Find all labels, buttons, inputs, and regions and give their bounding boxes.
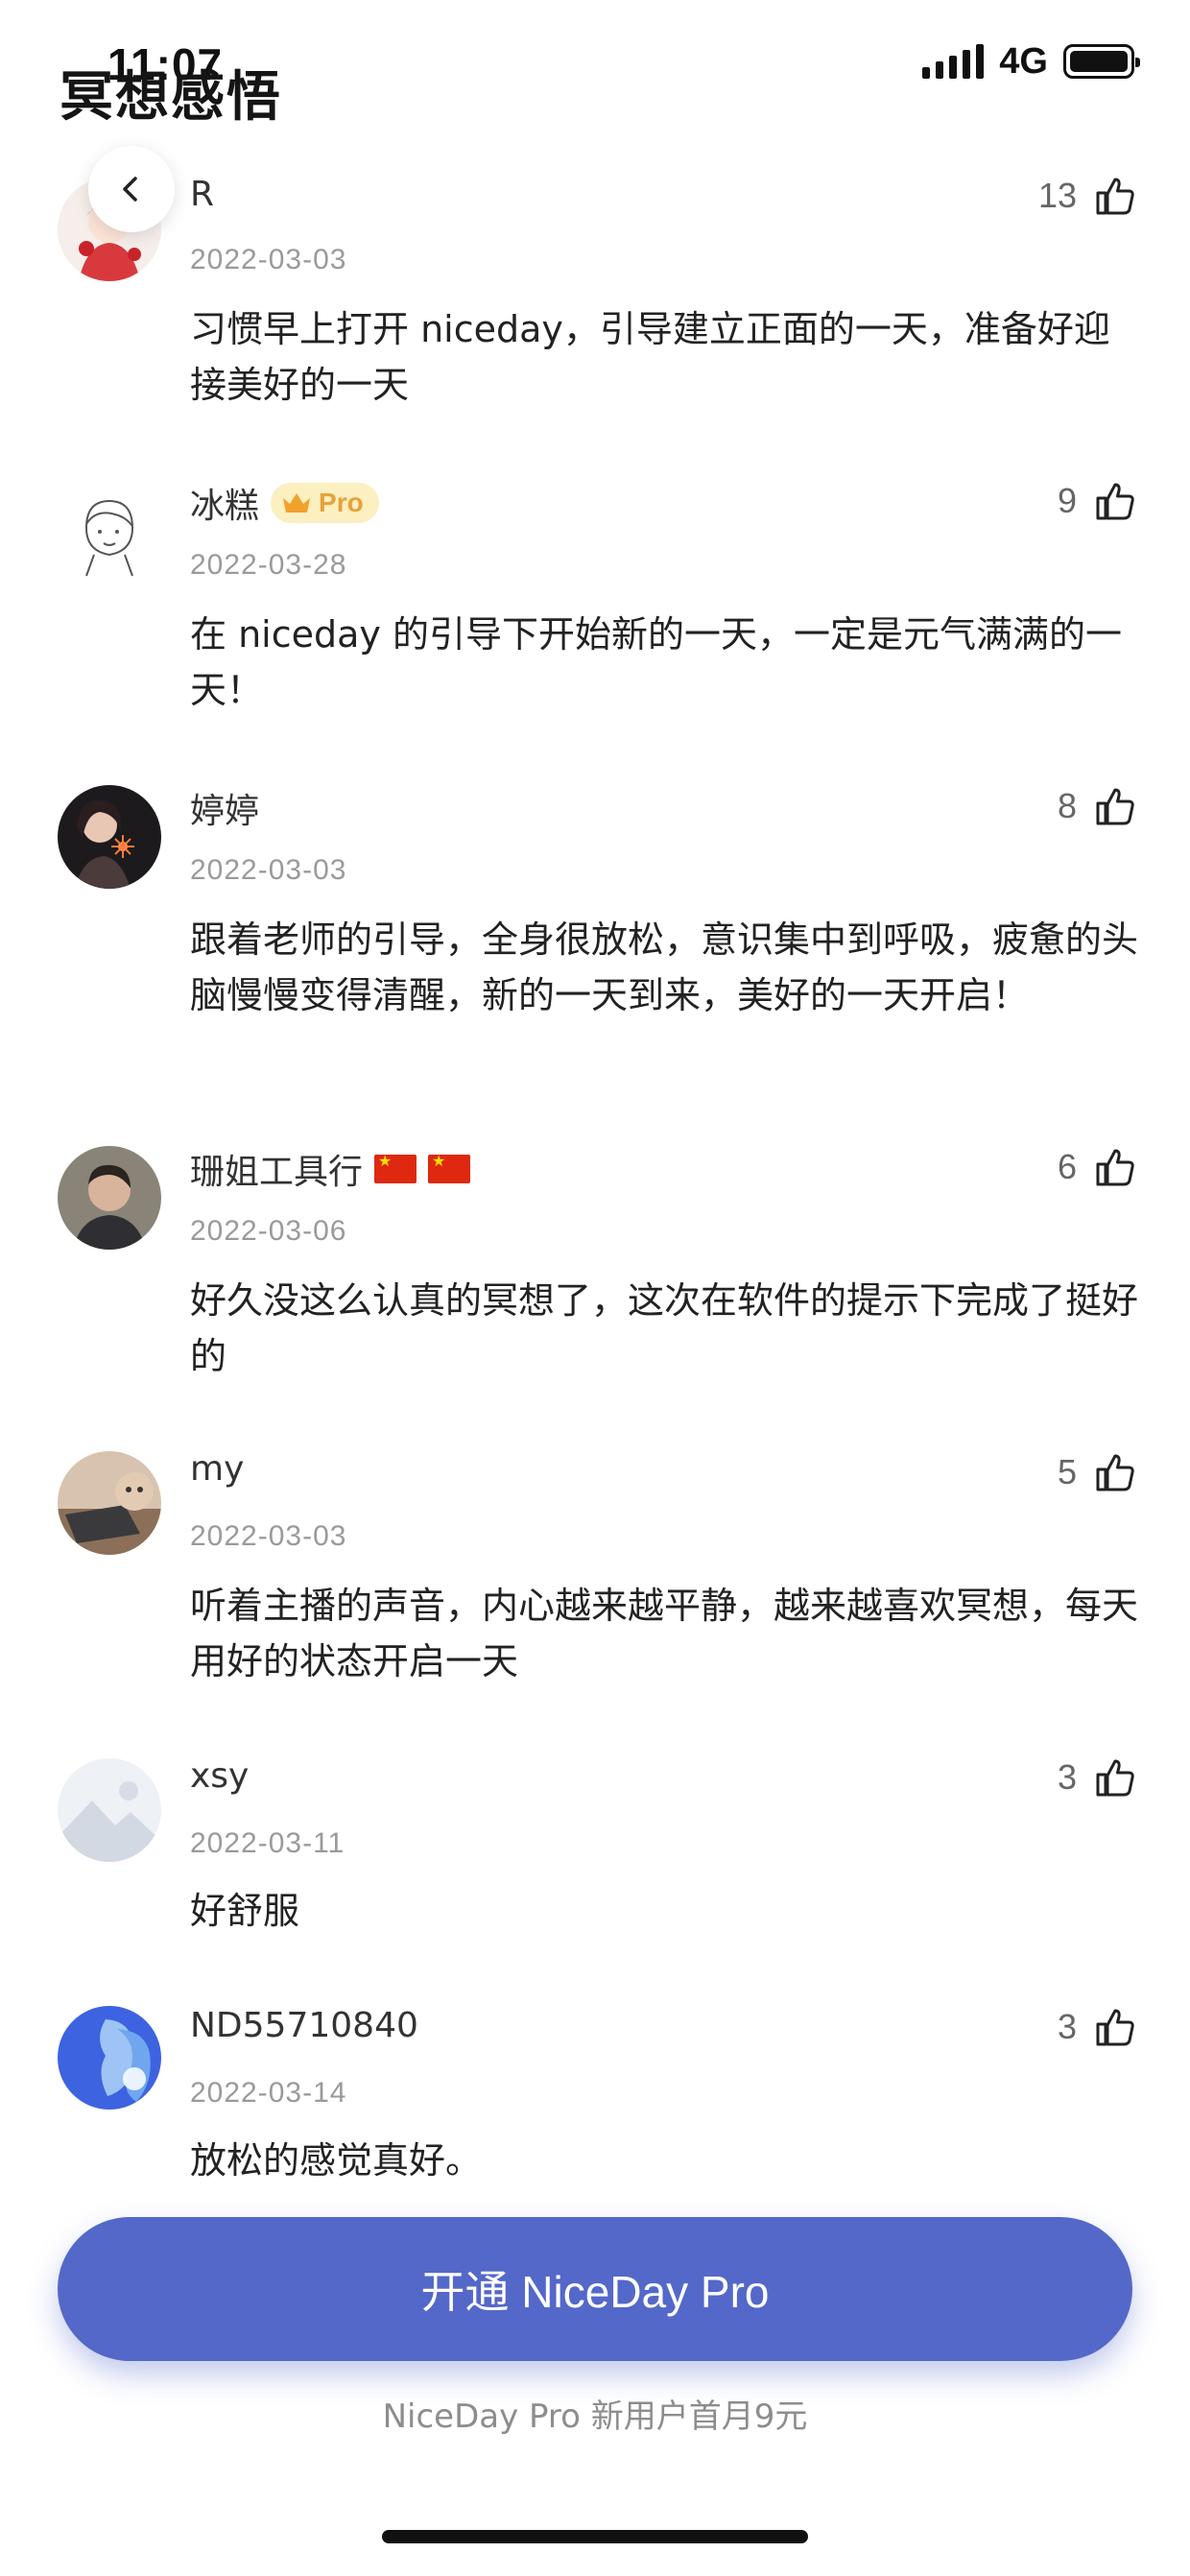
- comment-text: 好久没这么认真的冥想了，这次在软件的提示下完成了挺好的: [190, 1279, 1139, 1377]
- comment-text: 放松的感觉真好。: [190, 2139, 483, 2182]
- thumbs-up-icon: [1096, 178, 1134, 215]
- thumbs-up-icon: [1096, 483, 1134, 520]
- thumbs-up-icon: [1096, 2009, 1134, 2046]
- thumbs-up-icon: [1096, 788, 1134, 825]
- comment-text: 在 niceday 的引导下开始新的一天，一定是元气满满的一天！: [190, 613, 1122, 711]
- avatar[interactable]: [58, 2006, 161, 2110]
- like-button[interactable]: 13: [1038, 175, 1136, 217]
- like-button[interactable]: 8: [1058, 785, 1136, 827]
- thumbs-up-icon: [1096, 1759, 1134, 1797]
- battery-icon: [1063, 44, 1140, 79]
- comment-text: 听着主播的声音，内心越来越平静，越来越喜欢冥想，每天用好的状态开启一天: [190, 1585, 1139, 1682]
- comment-text: 跟着老师的引导，全身很放松，意识集中到呼吸，疲惫的头脑慢慢变得清醒，新的一天到来…: [190, 918, 1139, 1016]
- chevron-left-icon: [123, 177, 137, 202]
- like-button[interactable]: 9: [1058, 480, 1136, 522]
- comment-username: 珊姐工具行: [190, 1144, 471, 1194]
- comment-date: 2022-03-03: [190, 854, 347, 886]
- avatar[interactable]: [58, 785, 161, 889]
- comment-date: 2022-03-03: [190, 1520, 347, 1552]
- comment-text: 习惯早上打开 niceday，引导建立正面的一天，准备好迎接美好的一天: [190, 308, 1110, 406]
- comment-username: my: [190, 1449, 245, 1489]
- status-indicators: 4G: [922, 40, 1140, 82]
- avatar[interactable]: [58, 480, 161, 584]
- network-label: 4G: [999, 40, 1048, 82]
- cta-subtitle: NiceDay Pro 新用户首月9元: [382, 2397, 808, 2436]
- like-button[interactable]: 6: [1058, 1146, 1136, 1188]
- pro-badge: Pro: [271, 483, 379, 523]
- crown-icon: [283, 493, 311, 513]
- like-count: 13: [1037, 176, 1077, 215]
- avatar[interactable]: [58, 1146, 161, 1250]
- like-count: 5: [1057, 1452, 1077, 1491]
- thumbs-up-icon: [1096, 1149, 1134, 1186]
- comment-date: 2022-03-11: [190, 1827, 345, 1859]
- comment-date: 2022-03-03: [190, 244, 347, 275]
- like-button[interactable]: 3: [1058, 1756, 1136, 1799]
- like-button[interactable]: 5: [1058, 1451, 1136, 1493]
- comments-page: 11:07 4G 冥想感悟 R 2022-03-03 习惯早上打开 niceda…: [0, 0, 1190, 2576]
- comment-username: ND55710840: [190, 2006, 418, 2045]
- china-flag-icon: [428, 1152, 471, 1183]
- comment-username: 婷婷: [190, 792, 260, 831]
- back-button[interactable]: [88, 146, 175, 232]
- avatar[interactable]: [58, 1758, 161, 1862]
- comment-date: 2022-03-28: [190, 549, 347, 581]
- page-title: 冥想感悟: [60, 66, 282, 129]
- comment-username: R: [190, 175, 215, 214]
- comment-username: xsy: [190, 1756, 250, 1796]
- like-count: 3: [1057, 1757, 1077, 1797]
- like-count: 9: [1057, 481, 1077, 520]
- home-indicator[interactable]: [382, 2530, 808, 2543]
- signal-icon: [922, 44, 985, 79]
- china-flag-icon: [374, 1152, 417, 1183]
- subscribe-pro-button[interactable]: 开通 NiceDay Pro: [58, 2217, 1132, 2361]
- thumbs-up-icon: [1096, 1454, 1134, 1491]
- comment-date: 2022-03-06: [190, 1215, 347, 1247]
- like-count: 8: [1057, 786, 1077, 825]
- avatar[interactable]: [58, 1451, 161, 1555]
- comment-date: 2022-03-14: [190, 2077, 347, 2109]
- comment-text: 好舒服: [190, 1890, 300, 1932]
- like-count: 6: [1057, 1147, 1077, 1186]
- like-count: 3: [1057, 2007, 1077, 2046]
- like-button[interactable]: 3: [1058, 2006, 1136, 2048]
- comment-username: 冰糕 Pro: [190, 478, 379, 528]
